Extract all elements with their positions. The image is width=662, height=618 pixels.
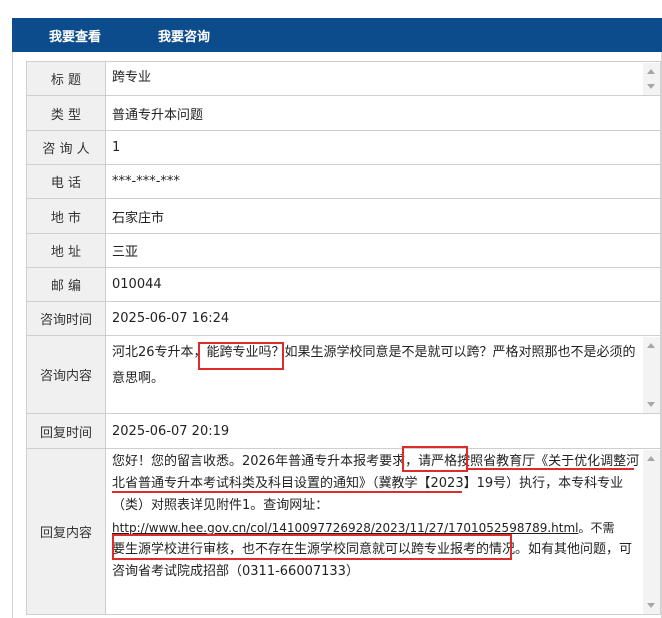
consultant-value: 1 [105, 130, 661, 165]
reply-content-scrollbar[interactable] [643, 449, 660, 614]
consult-time-value: 2025-06-07 16:24 [105, 301, 661, 336]
reply-content-label: 回复内容 [26, 448, 106, 615]
reply-time-label: 回复时间 [26, 413, 106, 449]
consult-content-field[interactable]: 河北26专升本，能跨专业吗？如果生源学校同意是不是就可以跨？严格对照那也不是必须… [105, 335, 661, 414]
reply-line-3: （类）对照表详见附件1。查询网址： [112, 497, 329, 513]
consult-line-2: 意思啊。 [112, 370, 165, 386]
reply-content-field[interactable]: 您好！您的留言收悉。2026年普通专升本报考要求，请严格按照省教育厅《关于优化调… [105, 445, 661, 615]
scroll-up-icon[interactable] [647, 68, 655, 74]
phone-label: 电 话 [26, 164, 106, 199]
title-label: 标 题 [26, 61, 106, 96]
scroll-up-icon[interactable] [647, 342, 655, 348]
reply-line-1: 您好！您的留言收悉。2026年普通专升本报考要求，请严格按照省教育厅《关于优化调… [112, 453, 640, 469]
type-value: 普通专升本问题 [105, 95, 661, 131]
consult-content-text: 河北26专升本，能跨专业吗？如果生源学校同意是不是就可以跨？严格对照那也不是必须… [112, 340, 640, 392]
address-value: 三亚 [105, 233, 661, 268]
scroll-down-icon[interactable] [647, 83, 655, 89]
reply-line-4: http://www.hee.gov.cn/col/1410097726928/… [112, 517, 640, 539]
phone-value: ***-***-*** [105, 164, 661, 199]
scroll-up-icon[interactable] [647, 455, 655, 461]
reply-content-text: 您好！您的留言收悉。2026年普通专升本报考要求，请严格按照省教育厅《关于优化调… [112, 451, 640, 583]
title-field[interactable]: 跨专业 [105, 61, 661, 96]
postcode-label: 邮 编 [26, 267, 106, 302]
consult-content-label: 咨询内容 [26, 335, 106, 414]
reply-line-2: 北省普通专升本考试科类及科目设置的通知》（冀教学【2023】19号）执行，本专科… [112, 475, 624, 491]
scroll-down-icon[interactable] [647, 602, 655, 608]
tab-bar: 我要查看 我要咨询 [12, 18, 662, 52]
consult-content-scrollbar[interactable] [643, 336, 660, 413]
postcode-value: 010044 [105, 267, 661, 302]
city-label: 地 市 [26, 198, 106, 234]
consult-detail-table: 标 题 跨专业 类 型 普通专升本问题 咨 询 人 1 电 话 ***-***-… [26, 61, 661, 615]
reply-time-value: 2025-06-07 20:19 [105, 413, 661, 449]
city-value: 石家庄市 [105, 198, 661, 234]
reply-line-5: 要生源学校进行审核，也不存在生源学校同意就可以跨专业报考的情况。如有其他问题，可 [112, 541, 633, 557]
detail-panel: 标 题 跨专业 类 型 普通专升本问题 咨 询 人 1 电 话 ***-***-… [12, 52, 662, 618]
address-label: 地 址 [26, 233, 106, 268]
scroll-down-icon[interactable] [647, 401, 655, 407]
reply-line-4-tail: 。不需 [578, 520, 615, 535]
tab-consult[interactable]: 我要咨询 [158, 26, 210, 45]
title-scrollbar[interactable] [643, 62, 660, 95]
consult-time-label: 咨询时间 [26, 301, 106, 336]
type-label: 类 型 [26, 95, 106, 131]
reply-line-6: 咨询省考试院成招部（0311-66007133） [112, 563, 359, 579]
title-value: 跨专业 [112, 69, 152, 85]
consult-line-1: 河北26专升本，能跨专业吗？如果生源学校同意是不是就可以跨？严格对照那也不是必须… [112, 344, 636, 360]
consultant-label: 咨 询 人 [26, 130, 106, 165]
query-url-link[interactable]: http://www.hee.gov.cn/col/1410097726928/… [112, 521, 579, 535]
tab-view[interactable]: 我要查看 [49, 26, 101, 45]
